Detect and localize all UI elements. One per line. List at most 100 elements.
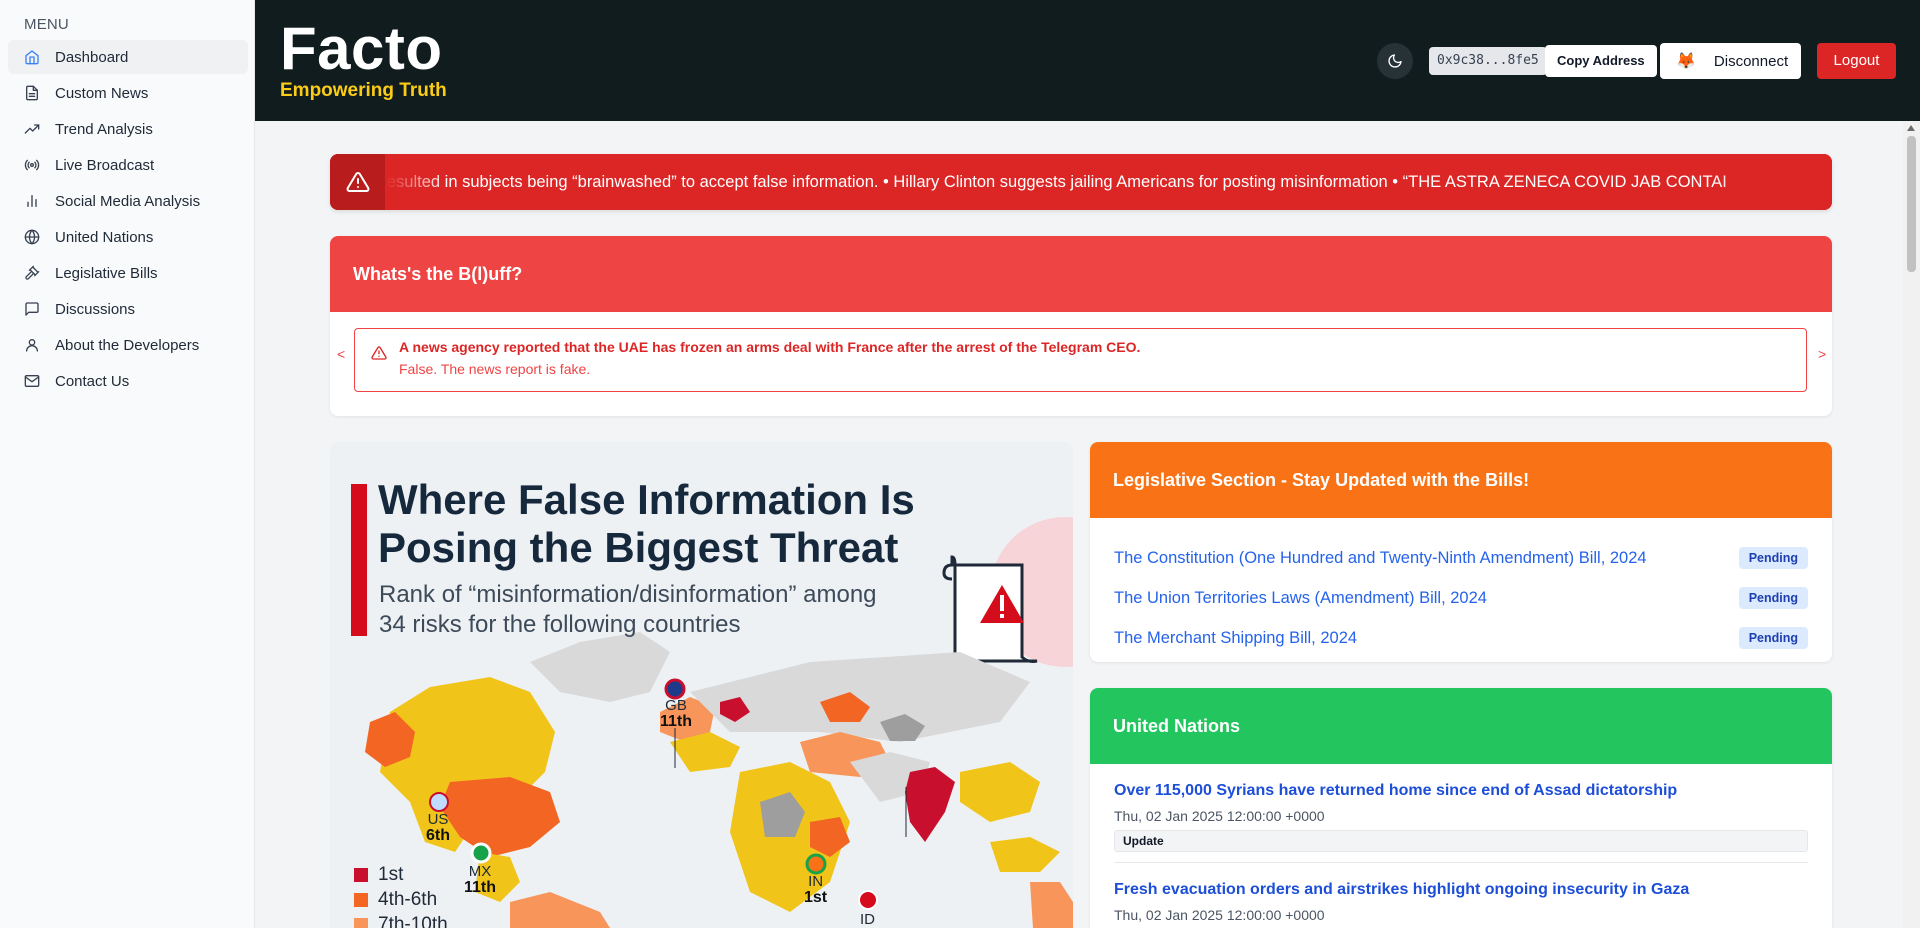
disconnect-button[interactable]: 🦊 Disconnect — [1660, 43, 1801, 79]
bill-link[interactable]: The Constitution (One Hundred and Twenty… — [1114, 549, 1647, 568]
un-tag: Update — [1114, 830, 1808, 852]
bluff-verdict: False. The news report is fake. — [399, 361, 591, 377]
user-icon — [26, 339, 38, 352]
sidebar-item-label: Legislative Bills — [55, 264, 158, 282]
infographic-title-line-1: Where False Information Is — [378, 476, 915, 523]
ticker-fade-right — [1712, 154, 1832, 210]
country-rank: 11th — [660, 713, 693, 730]
sidebar-item-label: Live Broadcast — [55, 156, 155, 174]
sidebar-item-contact-us[interactable]: Contact Us — [8, 364, 248, 398]
home-icon — [25, 50, 39, 65]
sidebar-item-dashboard[interactable]: Dashboard — [8, 40, 248, 74]
sidebar-item-custom-news[interactable]: Custom News — [8, 76, 248, 110]
legend-item-1st: 1st — [354, 864, 403, 886]
status-badge: Pending — [1738, 547, 1808, 569]
bluff-prev-button[interactable]: < — [337, 346, 345, 362]
country-code: IN — [808, 873, 824, 890]
legislative-title: Legislative Section - Stay Updated with … — [1090, 442, 1832, 518]
wallet-address: 0x9c38...8fe5 — [1429, 47, 1547, 75]
country-rank: 1st — [804, 889, 828, 906]
legend-swatch — [354, 868, 368, 882]
bluff-card: Whats's the B(l)uff? < > A news agency r… — [330, 236, 1832, 416]
country-code: ID — [860, 911, 875, 928]
sidebar-item-label: Trend Analysis — [55, 120, 153, 138]
bill-row: The Merchant Shipping Bill, 2024 Pending — [1114, 626, 1808, 650]
legend-label: 7th-10th — [378, 914, 448, 928]
sidebar-item-trend-analysis[interactable]: Trend Analysis — [8, 112, 248, 146]
legend-label: 1st — [378, 864, 404, 885]
logout-button[interactable]: Logout — [1817, 43, 1896, 79]
sidebar: MENU Dashboard Custom News Trend Analysi… — [0, 0, 255, 928]
infographic-subtitle: Rank of “misinformation/disinformation” … — [379, 580, 877, 640]
ticker-content: ages resulted in subjects being “brainwa… — [386, 173, 1727, 191]
un-headline-link[interactable]: Over 115,000 Syrians have returned home … — [1114, 782, 1808, 800]
top-header: Facto Empowering Truth 0x9c38...8fe5 Cop… — [255, 0, 1920, 121]
legend-swatch — [354, 893, 368, 907]
country-code: GB — [665, 697, 687, 714]
ticker-text: ages resulted in subjects being “brainwa… — [386, 154, 1832, 210]
warning-icon — [330, 154, 385, 210]
un-news-item: Fresh evacuation orders and airstrikes h… — [1114, 881, 1808, 923]
sidebar-item-label: Discussions — [55, 300, 136, 318]
broadcast-icon — [24, 159, 40, 171]
bluff-next-button[interactable]: > — [1818, 346, 1826, 362]
mail-icon — [24, 375, 40, 387]
legend-item-4th-6th: 4th-6th — [354, 889, 437, 911]
legend-swatch — [354, 918, 368, 928]
sidebar-item-social-media-analysis[interactable]: Social Media Analysis — [8, 184, 248, 218]
country-code: US — [427, 811, 449, 828]
country-label-id: ID — [860, 912, 875, 928]
bluff-title: Whats's the B(l)uff? — [330, 236, 1832, 312]
globe-icon — [24, 229, 40, 245]
scroll-up-arrow-icon[interactable] — [1907, 125, 1915, 131]
bill-link[interactable]: The Union Territories Laws (Amendment) B… — [1114, 589, 1487, 608]
bill-row: The Constitution (One Hundred and Twenty… — [1114, 546, 1808, 570]
sidebar-item-label: Social Media Analysis — [55, 192, 201, 210]
un-date: Thu, 02 Jan 2025 12:00:00 +0000 — [1114, 907, 1325, 923]
bill-link[interactable]: The Merchant Shipping Bill, 2024 — [1114, 629, 1357, 648]
sidebar-item-live-broadcast[interactable]: Live Broadcast — [8, 148, 248, 182]
sidebar-nav: Dashboard Custom News Trend Analysis Liv… — [8, 40, 248, 400]
bluff-alert: A news agency reported that the UAE has … — [354, 328, 1807, 392]
legend-label: 4th-6th — [378, 889, 438, 910]
scrollbar-thumb[interactable] — [1907, 136, 1916, 272]
metamask-fox-icon: 🦊 — [1676, 53, 1696, 70]
sidebar-item-label: About the Developers — [55, 336, 200, 354]
alert-triangle-icon — [371, 346, 387, 360]
news-ticker: ages resulted in subjects being “brainwa… — [330, 154, 1832, 210]
country-label-gb: GB 11th — [660, 698, 692, 730]
sidebar-item-discussions[interactable]: Discussions — [8, 292, 248, 326]
sidebar-item-legislative-bills[interactable]: Legislative Bills — [8, 256, 248, 290]
ticker-fade-left — [386, 154, 446, 210]
infographic-subtitle-line-1: Rank of “misinformation/disinformation” … — [379, 581, 877, 608]
sidebar-item-label: Custom News — [55, 84, 149, 102]
status-badge: Pending — [1738, 587, 1808, 609]
trend-icon — [24, 124, 40, 134]
country-label-us: US 6th — [426, 812, 450, 844]
country-rank: 11th — [464, 879, 497, 896]
sidebar-item-united-nations[interactable]: United Nations — [8, 220, 248, 254]
copy-address-button[interactable]: Copy Address — [1545, 45, 1657, 77]
sidebar-item-about-developers[interactable]: About the Developers — [8, 328, 248, 362]
status-badge: Pending — [1738, 627, 1808, 649]
un-title: United Nations — [1090, 688, 1832, 764]
brand-tagline: Empowering Truth — [280, 80, 447, 101]
infographic-subtitle-line-2: 34 risks for the following countries — [379, 611, 741, 638]
brand-logo[interactable]: Facto — [280, 14, 443, 84]
theme-toggle-button[interactable] — [1377, 43, 1413, 79]
bluff-claim: A news agency reported that the UAE has … — [399, 339, 1141, 355]
un-date: Thu, 02 Jan 2025 12:00:00 +0000 — [1114, 808, 1325, 824]
un-news-item: Over 115,000 Syrians have returned home … — [1114, 782, 1808, 852]
page-scrollbar[interactable] — [1903, 121, 1920, 928]
moon-icon — [1388, 54, 1402, 68]
chat-icon — [25, 302, 39, 316]
divider — [1114, 862, 1808, 863]
united-nations-card: United Nations Over 115,000 Syrians have… — [1090, 688, 1832, 928]
legend-item-7th-10th: 7th-10th — [354, 914, 448, 928]
un-headline-link[interactable]: Fresh evacuation orders and airstrikes h… — [1114, 881, 1808, 899]
country-code: MX — [468, 863, 492, 880]
legislative-card: Legislative Section - Stay Updated with … — [1090, 442, 1832, 662]
sidebar-item-label: Dashboard — [55, 48, 129, 66]
menu-label: MENU — [24, 16, 69, 33]
bill-row: The Union Territories Laws (Amendment) B… — [1114, 586, 1808, 610]
